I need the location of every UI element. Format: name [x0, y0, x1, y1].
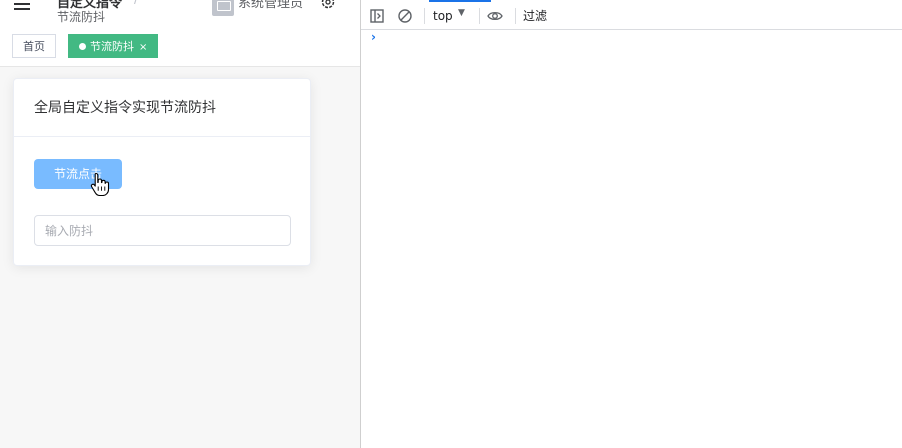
tag-home-label: 首页 [23, 40, 45, 53]
devtools-console: top ▼ 过滤 › [361, 0, 902, 448]
breadcrumb-current: 节流防抖 [57, 10, 106, 24]
tag-throttle-debounce[interactable]: 节流防抖 × [68, 34, 159, 60]
sidebar-toggle-icon[interactable] [369, 8, 385, 24]
filter-input[interactable]: 过滤 [523, 7, 723, 25]
tag-home[interactable]: 首页 [12, 34, 56, 58]
dropdown-arrow-icon[interactable]: ▼ [458, 8, 465, 18]
tags-view: 首页 节流防抖 × [0, 28, 360, 67]
close-icon[interactable]: × [139, 36, 147, 60]
gear-icon[interactable] [320, 0, 336, 10]
app-pane: 自定义指令 / 节流防抖 系统管理员 首页 节流防抖 × 全局自定义指令实现节流防… [0, 0, 360, 448]
avatar[interactable] [212, 0, 234, 16]
toolbar-separator [479, 8, 480, 24]
tag-active-label: 节流防抖 [90, 40, 134, 53]
user-name[interactable]: 系统管理员 [238, 0, 303, 11]
hamburger-icon[interactable] [14, 0, 30, 10]
hand-pointer-icon [90, 172, 110, 196]
context-select[interactable]: top [433, 7, 453, 25]
toolbar-separator [424, 8, 425, 24]
navbar: 自定义指令 / 节流防抖 系统管理员 [0, 0, 360, 28]
clear-console-icon[interactable] [397, 8, 413, 24]
debounce-input[interactable] [34, 215, 291, 246]
active-dot-icon [79, 42, 86, 50]
demo-card: 全局自定义指令实现节流防抖 节流点击 [13, 78, 311, 266]
console-toolbar: top ▼ 过滤 [361, 2, 902, 30]
toolbar-separator [515, 8, 516, 24]
card-header: 全局自定义指令实现节流防抖 [14, 79, 310, 137]
eye-icon[interactable] [487, 8, 503, 24]
breadcrumb-separator: / [134, 0, 138, 7]
card-title: 全局自定义指令实现节流防抖 [34, 100, 216, 116]
console-prompt-icon[interactable]: › [371, 30, 376, 44]
